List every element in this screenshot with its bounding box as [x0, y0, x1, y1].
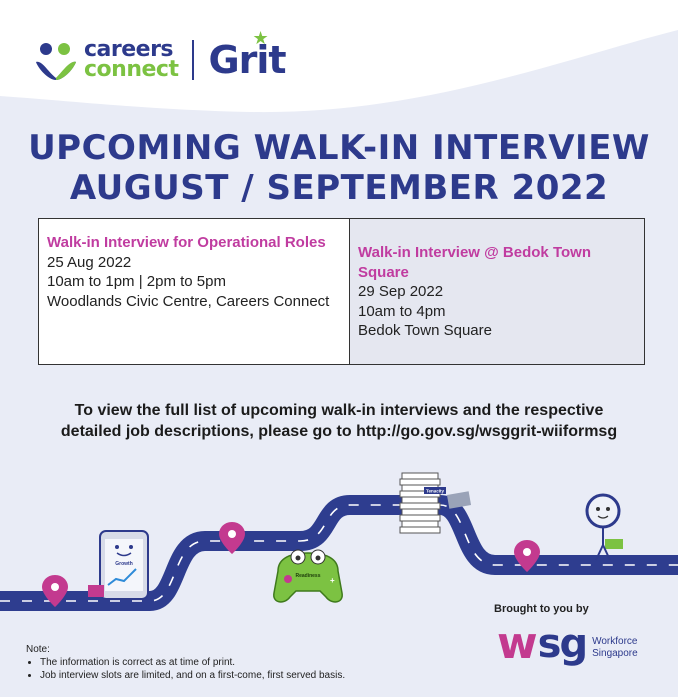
events-table: Walk-in Interview for Operational Roles …	[38, 218, 645, 365]
controller-label: Readiness	[295, 573, 320, 579]
event-title: Walk-in Interview for Operational Roles	[47, 234, 326, 251]
title-line-2: AUGUST / SEPTEMBER 2022	[69, 168, 609, 208]
event-venue: Woodlands Civic Centre, Careers Connect	[47, 292, 330, 310]
info-line-1: To view the full list of upcoming walk-i…	[74, 402, 604, 419]
logo-area: careers connect Grit ★	[34, 28, 287, 90]
info-line-2[interactable]: detailed job descriptions, please go to …	[0, 421, 678, 442]
wsg-logo: w sg Workforce Singapore	[497, 618, 638, 669]
grit-logo: Grit ★	[208, 28, 286, 82]
event-title: Walk-in Interview @ Bedok Town Square	[358, 244, 591, 281]
event-cell-2: Walk-in Interview @ Bedok Town Square 29…	[349, 218, 645, 365]
event-time: 10am to 4pm	[358, 302, 446, 320]
info-text: To view the full list of upcoming walk-i…	[0, 400, 678, 442]
books-label: Tenacity	[426, 489, 444, 494]
clock-character	[585, 493, 623, 561]
careers-connect-logo-icon	[36, 43, 76, 80]
road-illustration: Growth + Readiness Tenacity	[0, 472, 678, 611]
wsg-sg: sg	[537, 621, 588, 667]
page-title: UPCOMING WALK-IN INTERVIEW AUGUST / SEPT…	[0, 128, 678, 208]
note-title: Note:	[26, 644, 50, 655]
event-venue: Bedok Town Square	[358, 322, 492, 339]
controller-character: + Readiness	[273, 549, 343, 603]
wsg-subtitle: Workforce Singapore	[592, 636, 638, 660]
star-icon: ★	[252, 28, 268, 49]
wsg-line-1: Workforce	[592, 636, 638, 647]
title-line-1: UPCOMING WALK-IN INTERVIEW	[28, 128, 650, 168]
wsg-line-2: Singapore	[592, 648, 638, 659]
event-time: 10am to 1pm | 2pm to 5pm	[47, 273, 226, 290]
svg-text:+: +	[330, 576, 335, 585]
tablet-label: Growth	[115, 561, 133, 567]
event-date: 25 Aug 2022	[47, 253, 132, 271]
tablet-character: Growth	[88, 530, 149, 600]
note-item: Job interview slots are limited, and on …	[40, 669, 345, 682]
wsg-w: w	[497, 618, 538, 669]
careers-connect-wordmark: careers connect	[84, 39, 179, 82]
connect-text: connect	[84, 57, 179, 82]
logo-divider	[192, 40, 195, 80]
brought-to-you-by: Brought to you by	[494, 603, 589, 615]
notes-section: Note: The information is correct as at t…	[26, 643, 345, 682]
event-date: 29 Sep 2022	[358, 283, 444, 300]
event-cell-1: Walk-in Interview for Operational Roles …	[38, 218, 350, 365]
notes-list: The information is correct as at time of…	[26, 656, 345, 682]
note-item: The information is correct as at time of…	[40, 656, 345, 669]
grit-text: Grit	[208, 38, 286, 82]
